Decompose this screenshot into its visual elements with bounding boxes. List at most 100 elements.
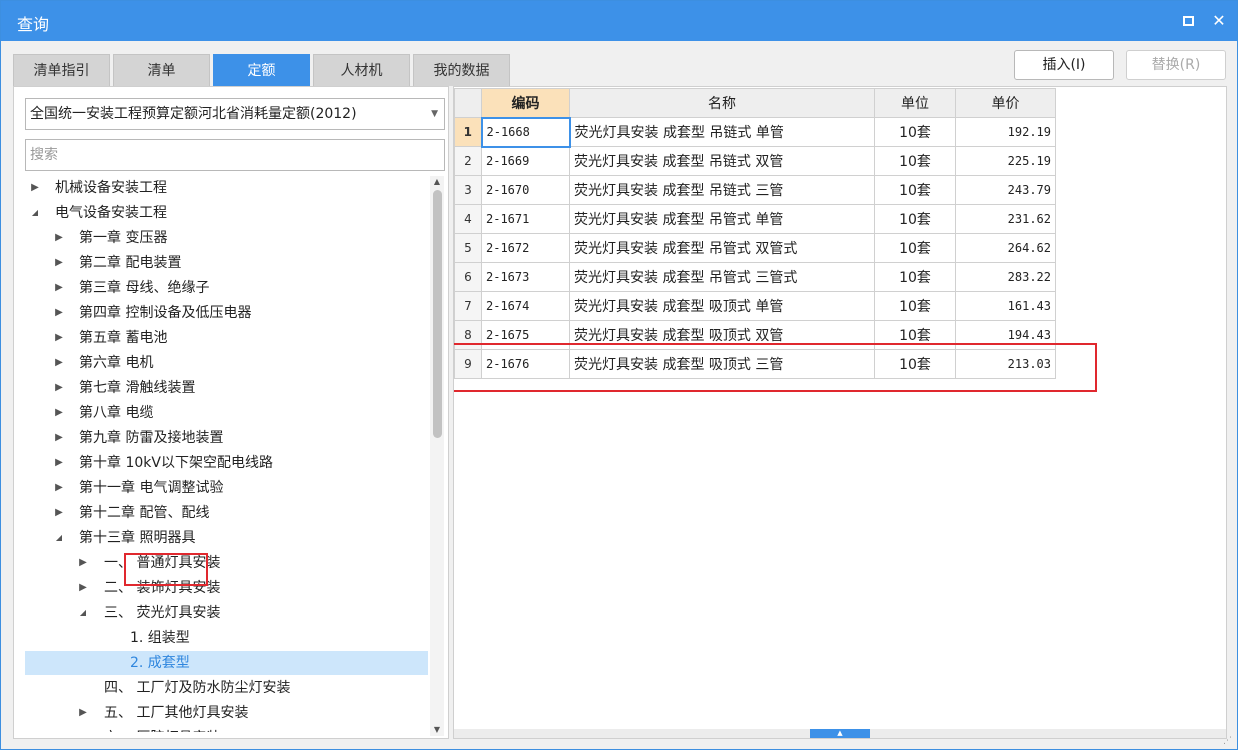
tree-item[interactable]: ◢ 第十三章 照明器具	[25, 526, 428, 550]
table-row[interactable]: 3 2-1670 荧光灯具安装 成套型 吊链式 三管 10套 243.79	[454, 175, 1056, 205]
tree-item[interactable]: ▶ 第十二章 配管、配线	[25, 501, 428, 525]
name-cell[interactable]: 荧光灯具安装 成套型 吊管式 双管式	[569, 233, 875, 263]
tree-item[interactable]: ▶ 第五章 蓄电池	[25, 326, 428, 350]
quota-library-select[interactable]: 全国统一安装工程预算定额河北省消耗量定额(2012) ▼	[25, 98, 445, 130]
unit-cell[interactable]: 10套	[874, 320, 956, 350]
price-cell[interactable]: 192.19	[955, 117, 1056, 147]
collapsed-arrow-icon[interactable]: ▶	[53, 326, 65, 350]
name-cell[interactable]: 荧光灯具安装 成套型 吸顶式 三管	[569, 349, 875, 379]
row-number[interactable]: 1	[454, 117, 482, 147]
code-cell[interactable]: 2-1669	[481, 146, 570, 176]
collapsed-arrow-icon[interactable]: ▶	[77, 701, 89, 725]
collapsed-arrow-icon[interactable]: ▶	[53, 501, 65, 525]
column-header-name[interactable]: 名称	[569, 88, 875, 118]
collapsed-arrow-icon[interactable]: ▶	[53, 276, 65, 300]
tree-item[interactable]: ◢ 三、 荧光灯具安装	[25, 601, 428, 625]
row-number[interactable]: 7	[454, 291, 482, 321]
row-number[interactable]: 2	[454, 146, 482, 176]
tree-item[interactable]: ▶ 机械设备安装工程	[25, 176, 428, 200]
table-row[interactable]: 5 2-1672 荧光灯具安装 成套型 吊管式 双管式 10套 264.62	[454, 233, 1056, 263]
tree-item[interactable]: ▶ 五、 工厂其他灯具安装	[25, 701, 428, 725]
tree-item[interactable]: ▶ 第三章 母线、绝缘子	[25, 276, 428, 300]
tree-item[interactable]: ▶ 第十章 10kV以下架空配电线路	[25, 451, 428, 475]
insert-button[interactable]: 插入(I)	[1014, 50, 1114, 80]
name-cell[interactable]: 荧光灯具安装 成套型 吸顶式 单管	[569, 291, 875, 321]
row-number[interactable]: 8	[454, 320, 482, 350]
expanded-arrow-icon[interactable]: ◢	[53, 526, 65, 550]
tree-item[interactable]: ▶ 第一章 变压器	[25, 226, 428, 250]
tree-item[interactable]: 1. 组装型	[25, 626, 428, 650]
tree-item[interactable]: ▶ 第四章 控制设备及低压电器	[25, 301, 428, 325]
collapsed-arrow-icon[interactable]: ▶	[53, 401, 65, 425]
collapsed-arrow-icon[interactable]: ▶	[53, 376, 65, 400]
tree-item[interactable]: ▶ 第六章 电机	[25, 351, 428, 375]
column-header-code[interactable]: 编码	[481, 88, 570, 118]
scroll-up-icon[interactable]: ▲	[430, 176, 444, 188]
column-header-unit[interactable]: 单位	[874, 88, 956, 118]
collapsed-arrow-icon[interactable]: ▶	[53, 226, 65, 250]
code-cell[interactable]: 2-1674	[481, 291, 570, 321]
close-icon[interactable]: ✕	[1210, 12, 1228, 30]
column-header-price[interactable]: 单价	[955, 88, 1056, 118]
tree-item[interactable]: ▶ 第十一章 电气调整试验	[25, 476, 428, 500]
table-row[interactable]: 6 2-1673 荧光灯具安装 成套型 吊管式 三管式 10套 283.22	[454, 262, 1056, 292]
price-cell[interactable]: 264.62	[955, 233, 1056, 263]
expanded-arrow-icon[interactable]: ◢	[29, 201, 41, 225]
collapsed-arrow-icon[interactable]: ▶	[29, 176, 41, 200]
tab-quota[interactable]: 定额	[213, 54, 310, 86]
row-number[interactable]: 9	[454, 349, 482, 379]
price-cell[interactable]: 243.79	[955, 175, 1056, 205]
horizontal-splitter[interactable]: ▲	[454, 729, 1226, 738]
price-cell[interactable]: 194.43	[955, 320, 1056, 350]
code-cell[interactable]: 2-1672	[481, 233, 570, 263]
tree-item[interactable]: ▶ 二、 装饰灯具安装	[25, 576, 428, 600]
tab-my-data[interactable]: 我的数据	[413, 54, 510, 86]
tree-item[interactable]: 2. 成套型	[25, 651, 428, 675]
code-cell[interactable]: 2-1670	[481, 175, 570, 205]
splitter-handle[interactable]: ▲	[810, 729, 870, 738]
unit-cell[interactable]: 10套	[874, 117, 956, 147]
collapsed-arrow-icon[interactable]: ▶	[77, 726, 89, 732]
name-cell[interactable]: 荧光灯具安装 成套型 吊管式 三管式	[569, 262, 875, 292]
tree-item[interactable]: ▶ 一、 普通灯具安装	[25, 551, 428, 575]
expanded-arrow-icon[interactable]: ◢	[77, 601, 89, 625]
table-row[interactable]: 8 2-1675 荧光灯具安装 成套型 吸顶式 双管 10套 194.43	[454, 320, 1056, 350]
tree-item[interactable]: 四、 工厂灯及防水防尘灯安装	[25, 676, 428, 700]
replace-button[interactable]: 替换(R)	[1126, 50, 1226, 80]
unit-cell[interactable]: 10套	[874, 262, 956, 292]
name-cell[interactable]: 荧光灯具安装 成套型 吊链式 单管	[569, 117, 875, 147]
price-cell[interactable]: 213.03	[955, 349, 1056, 379]
name-cell[interactable]: 荧光灯具安装 成套型 吊链式 三管	[569, 175, 875, 205]
resize-grip-icon[interactable]: ⋰	[1223, 735, 1235, 747]
tree-item[interactable]: ▶ 第二章 配电装置	[25, 251, 428, 275]
name-cell[interactable]: 荧光灯具安装 成套型 吊管式 单管	[569, 204, 875, 234]
scroll-down-icon[interactable]: ▼	[430, 724, 444, 736]
unit-cell[interactable]: 10套	[874, 204, 956, 234]
chevron-down-icon[interactable]: ▼	[431, 99, 438, 129]
collapsed-arrow-icon[interactable]: ▶	[53, 451, 65, 475]
unit-cell[interactable]: 10套	[874, 146, 956, 176]
collapsed-arrow-icon[interactable]: ▶	[53, 476, 65, 500]
collapsed-arrow-icon[interactable]: ▶	[53, 251, 65, 275]
code-cell[interactable]: 2-1673	[481, 262, 570, 292]
row-number[interactable]: 4	[454, 204, 482, 234]
scroll-thumb[interactable]	[433, 190, 442, 438]
unit-cell[interactable]: 10套	[874, 349, 956, 379]
collapsed-arrow-icon[interactable]: ▶	[53, 351, 65, 375]
price-cell[interactable]: 161.43	[955, 291, 1056, 321]
table-row[interactable]: 2 2-1669 荧光灯具安装 成套型 吊链式 双管 10套 225.19	[454, 146, 1056, 176]
row-number[interactable]: 5	[454, 233, 482, 263]
row-number[interactable]: 3	[454, 175, 482, 205]
code-cell[interactable]: 2-1671	[481, 204, 570, 234]
name-cell[interactable]: 荧光灯具安装 成套型 吸顶式 双管	[569, 320, 875, 350]
name-cell[interactable]: 荧光灯具安装 成套型 吊链式 双管	[569, 146, 875, 176]
table-row[interactable]: 7 2-1674 荧光灯具安装 成套型 吸顶式 单管 10套 161.43	[454, 291, 1056, 321]
price-cell[interactable]: 225.19	[955, 146, 1056, 176]
tree-item[interactable]: ▶ 六、 医院灯具安装	[25, 726, 428, 732]
tab-labor-material-machine[interactable]: 人材机	[313, 54, 410, 86]
code-cell[interactable]: 2-1675	[481, 320, 570, 350]
search-input[interactable]	[25, 139, 445, 171]
maximize-icon[interactable]	[1179, 12, 1197, 30]
tab-bill-guide[interactable]: 清单指引	[13, 54, 110, 86]
unit-cell[interactable]: 10套	[874, 233, 956, 263]
